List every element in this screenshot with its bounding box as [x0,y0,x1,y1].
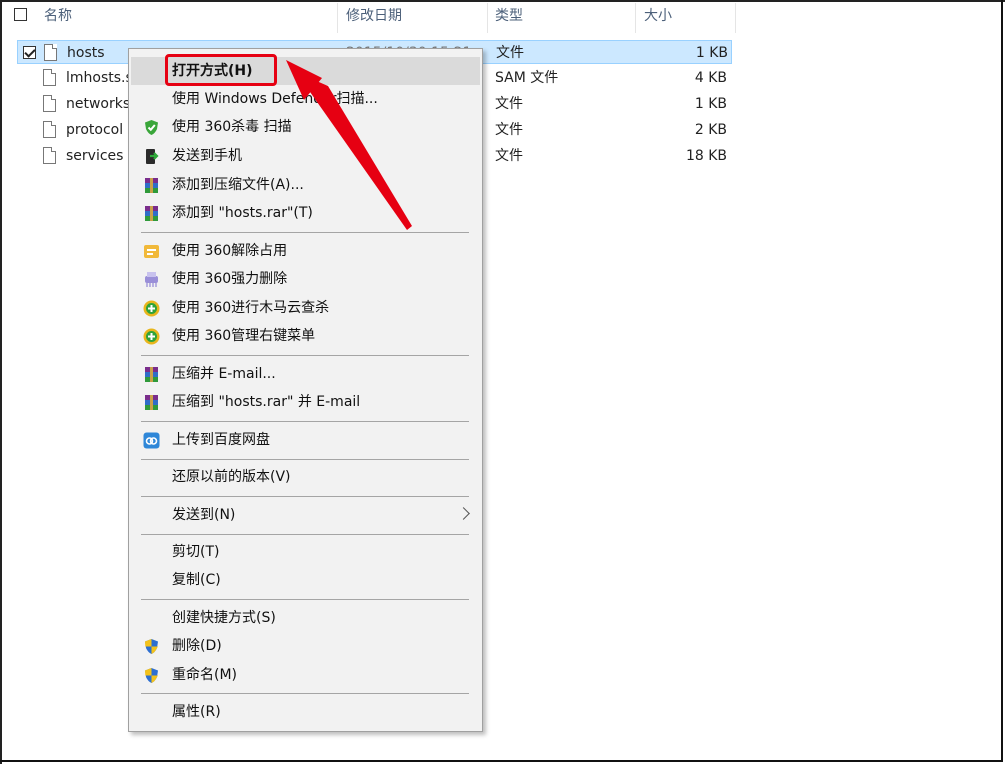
annotation-arrow [286,60,412,230]
